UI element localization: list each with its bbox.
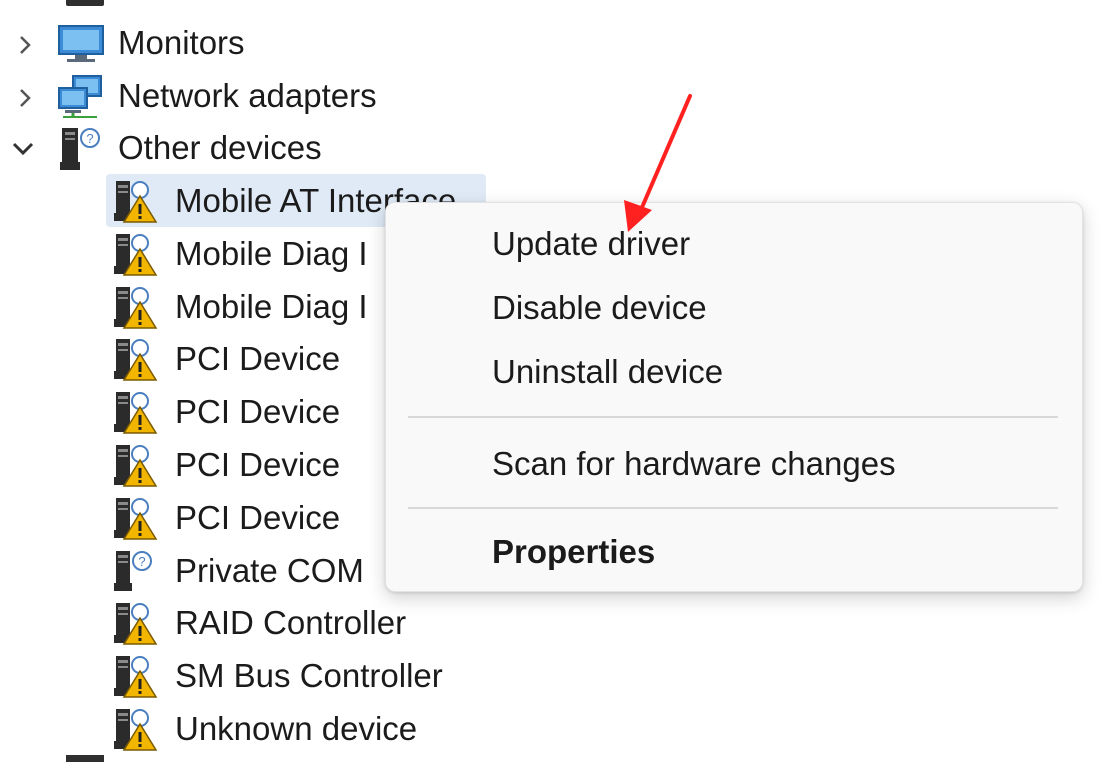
menu-item-label: Scan for hardware changes (492, 445, 896, 482)
device-row[interactable]: PCI Device (175, 440, 340, 490)
menu-separator (408, 416, 1058, 418)
device-row[interactable]: PCI Device (175, 493, 340, 543)
svg-text:?: ? (86, 131, 93, 146)
device-label: Mobile Diag I (175, 235, 368, 272)
device-row[interactable]: SM Bus Controller (175, 651, 443, 701)
device-row[interactable]: RAID Controller (175, 598, 406, 648)
category-monitors[interactable]: Monitors (118, 18, 245, 68)
menu-item-label: Uninstall device (492, 353, 724, 390)
warning-device-icon (112, 231, 158, 277)
category-network-adapters[interactable]: Network adapters (118, 71, 377, 121)
category-other-devices[interactable]: Other devices (118, 123, 322, 173)
menu-separator (408, 507, 1058, 509)
device-label: Mobile Diag I (175, 288, 368, 325)
chevron-right-icon[interactable] (10, 30, 40, 60)
device-row[interactable]: Unknown device (175, 704, 417, 754)
device-row[interactable]: Mobile Diag I (175, 282, 368, 332)
warning-device-icon (112, 442, 158, 488)
device-row[interactable]: PCI Device (175, 387, 340, 437)
category-label: Network adapters (118, 77, 377, 114)
device-label: PCI Device (175, 340, 341, 377)
warning-device-icon (112, 336, 158, 382)
device-row[interactable]: Mobile Diag I (175, 229, 368, 279)
next-category-icon-cutoff (66, 755, 104, 762)
chevron-down-icon[interactable] (8, 134, 38, 164)
warning-device-icon (112, 178, 158, 224)
svg-text:?: ? (138, 554, 145, 569)
device-label: PCI Device (175, 446, 341, 483)
menu-item-scan-hardware[interactable]: Scan for hardware changes (386, 435, 1082, 493)
device-label: SM Bus Controller (175, 657, 443, 694)
chevron-right-icon[interactable] (10, 83, 40, 113)
warning-device-icon (112, 284, 158, 330)
network-adapter-icon (57, 74, 105, 118)
unknown-device-icon: ? (58, 126, 106, 170)
menu-item-properties[interactable]: Properties (386, 523, 1082, 581)
warning-device-icon (112, 389, 158, 435)
device-label: PCI Device (175, 499, 341, 536)
warning-device-icon (112, 653, 158, 699)
menu-item-label: Properties (492, 533, 656, 570)
menu-item-uninstall-device[interactable]: Uninstall device (386, 343, 1082, 401)
context-menu: Update driver Disable device Uninstall d… (385, 202, 1083, 592)
menu-item-disable-device[interactable]: Disable device (386, 279, 1082, 337)
menu-item-label: Disable device (492, 289, 707, 326)
category-label: Monitors (118, 24, 245, 61)
device-label: PCI Device (175, 393, 341, 430)
menu-item-label: Update driver (492, 225, 691, 262)
device-row[interactable]: PCI Device (175, 334, 340, 384)
warning-device-icon (112, 706, 158, 752)
device-row[interactable]: Private COM (175, 546, 364, 596)
monitor-icon (57, 24, 105, 64)
device-label: Unknown device (175, 710, 418, 747)
device-label: Private COM (175, 552, 364, 589)
category-label: Other devices (118, 129, 322, 166)
device-label: RAID Controller (175, 604, 407, 641)
warning-device-icon (112, 600, 158, 646)
unknown-device-icon: ? (112, 548, 158, 594)
warning-device-icon (112, 495, 158, 541)
menu-item-update-driver[interactable]: Update driver (386, 215, 1082, 273)
